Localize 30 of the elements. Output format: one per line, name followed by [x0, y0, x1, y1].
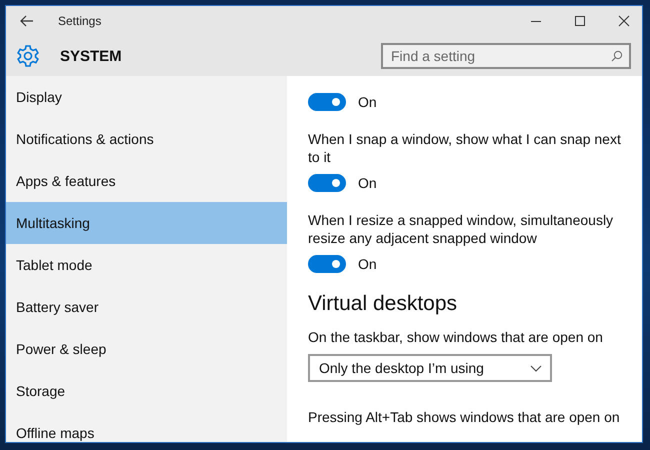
sidebar-item[interactable]: Apps & features	[6, 160, 287, 202]
sidebar-item[interactable]: Multitasking	[6, 202, 287, 244]
settings-icon	[16, 44, 40, 68]
section-heading: Virtual desktops	[308, 292, 458, 316]
caret-icon	[530, 364, 542, 372]
sidebar-item[interactable]: Storage	[6, 370, 287, 412]
toggle-switch[interactable]	[308, 255, 346, 273]
toggle-state: On	[358, 175, 377, 191]
search-icon[interactable]	[611, 50, 623, 62]
setting-label: When I resize a snapped window, simultaneously resize any adjacent snapped window	[308, 211, 614, 247]
toggle-state: On	[358, 94, 377, 110]
page-title: SYSTEM	[60, 48, 122, 64]
sidebar-item[interactable]: Display	[6, 76, 287, 118]
sidebar-item[interactable]: Notifications & actions	[6, 118, 287, 160]
toggle-switch[interactable]	[308, 93, 346, 111]
back-arrow-icon[interactable]	[20, 15, 34, 27]
toggle-switch[interactable]	[308, 174, 346, 192]
setting-label: Pressing Alt+Tab shows windows that are open on	[308, 408, 621, 426]
close-icon[interactable]	[618, 15, 630, 27]
setting-label: On the taskbar, show windows that are open on	[308, 328, 604, 346]
setting-label: When I snap a window, show what I can snap next to it	[308, 130, 622, 166]
search-field[interactable]: Find a setting	[381, 43, 631, 69]
sidebar-item[interactable]: Power & sleep	[6, 328, 287, 370]
window-title: Settings	[58, 14, 102, 28]
sidebar-item[interactable]: Tablet mode	[6, 244, 287, 286]
sidebar-item[interactable]: Battery saver	[6, 286, 287, 328]
dropdown[interactable]: Only the desktop I’m using	[308, 354, 552, 382]
toggle-state: On	[358, 256, 377, 272]
sidebar-item[interactable]: Offline maps	[6, 412, 287, 442]
maximize-icon[interactable]	[574, 15, 586, 27]
